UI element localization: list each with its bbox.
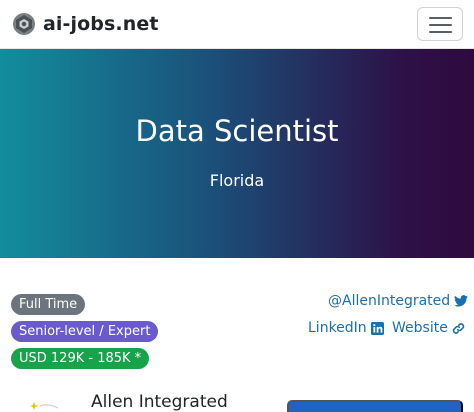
company-name: Allen Integrated [91,392,228,412]
twitter-handle: @AllenIntegrated [328,293,451,309]
linkedin-label: LinkedIn [308,320,367,336]
linkedin-link[interactable]: LinkedIn [308,320,384,336]
website-link[interactable]: Website [392,320,465,336]
experience-level-badge[interactable]: Senior-level / Expert [11,321,159,342]
apply-button[interactable]: Apply [287,400,463,412]
navbar: ai-jobs.net [0,0,474,49]
twitter-icon [454,295,469,307]
job-title: Data Scientist [135,114,339,148]
link-icon [452,322,465,334]
website-label: Website [392,320,448,336]
brand-name: ai-jobs.net [43,13,159,35]
company-logo-icon [24,396,64,412]
job-location: Florida [209,171,265,190]
brand-link[interactable]: ai-jobs.net [11,11,159,37]
employment-type-badge[interactable]: Full Time [11,294,86,315]
navbar-toggle-button[interactable] [417,7,463,41]
ai-jobs-logo-icon [13,13,35,35]
job-hero-banner: Data Scientist Florida [0,49,474,258]
linkedin-icon [370,321,384,335]
salary-badge[interactable]: USD 129K - 185K * [11,348,150,369]
twitter-link[interactable]: @AllenIntegrated [328,293,469,309]
